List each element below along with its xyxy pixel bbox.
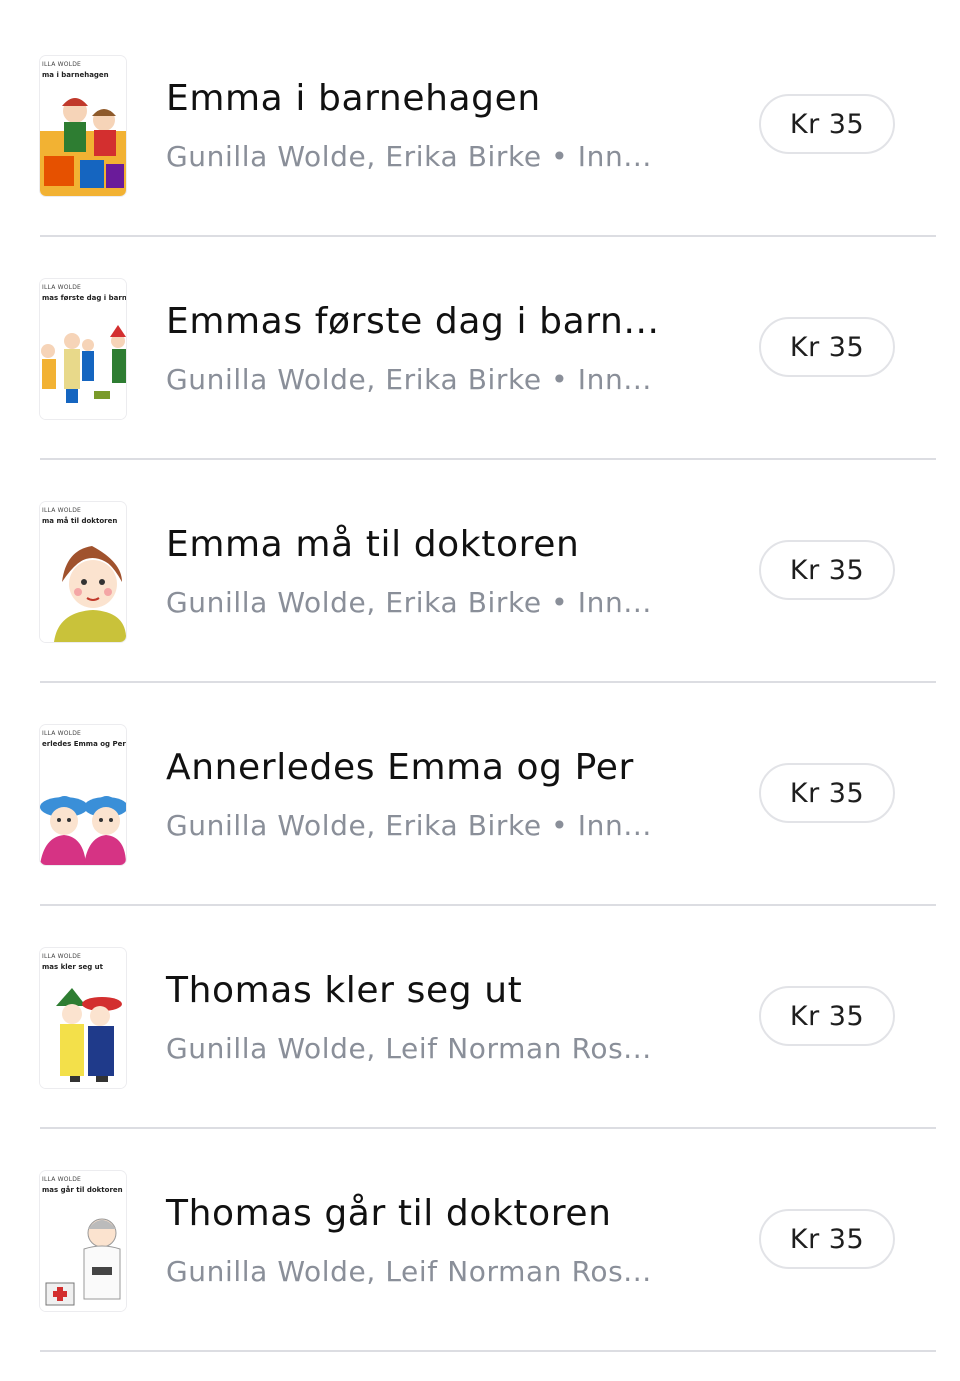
- price-button[interactable]: Kr 35: [759, 1209, 895, 1269]
- list-item[interactable]: ILLA WOLDE mas første dag i barnel Emmas…: [40, 237, 936, 460]
- cover-title: ma i barnehagen: [42, 71, 109, 79]
- cover-title: mas kler seg ut: [42, 963, 104, 971]
- cover-author: ILLA WOLDE: [42, 284, 82, 291]
- list-item[interactable]: ILLA WOLDE ma må til doktoren Emma må ti…: [40, 460, 936, 683]
- book-cover[interactable]: ILLA WOLDE erledes Emma og Per: [40, 725, 126, 865]
- price-button[interactable]: Kr 35: [759, 317, 895, 377]
- book-authors: Gunilla Wolde, Erika Birke • Inn...: [166, 363, 652, 396]
- book-authors: Gunilla Wolde, Leif Norman Ros...: [166, 1032, 652, 1065]
- book-title: Emma i barnehagen: [166, 78, 541, 119]
- cover-author: ILLA WOLDE: [42, 507, 82, 514]
- list-item[interactable]: ILLA WOLDE mas kler seg ut Thomas kler s…: [40, 906, 936, 1129]
- book-cover[interactable]: ILLA WOLDE mas første dag i barnel: [40, 279, 126, 419]
- book-cover[interactable]: ILLA WOLDE mas kler seg ut: [40, 948, 126, 1088]
- cover-title: mas går til doktoren: [42, 1186, 123, 1194]
- book-authors: Gunilla Wolde, Erika Birke • Inn...: [166, 586, 652, 619]
- list-item[interactable]: ILLA WOLDE mas går til doktoren Thomas g…: [40, 1129, 936, 1352]
- book-list: ILLA WOLDE ma i barnehagen Emma i barneh…: [40, 14, 936, 1352]
- price-button[interactable]: Kr 35: [759, 540, 895, 600]
- book-title: Emma må til doktoren: [166, 524, 580, 565]
- cover-title: mas første dag i barnel: [42, 294, 126, 302]
- list-item[interactable]: ILLA WOLDE ma i barnehagen Emma i barneh…: [40, 14, 936, 237]
- book-cover[interactable]: ILLA WOLDE ma må til doktoren: [40, 502, 126, 642]
- book-authors: Gunilla Wolde, Erika Birke • Inn...: [166, 140, 652, 173]
- price-button[interactable]: Kr 35: [759, 763, 895, 823]
- price-button[interactable]: Kr 35: [759, 986, 895, 1046]
- cover-author: ILLA WOLDE: [42, 730, 82, 737]
- book-cover[interactable]: ILLA WOLDE mas går til doktoren: [40, 1171, 126, 1311]
- book-authors: Gunilla Wolde, Leif Norman Ros...: [166, 1255, 652, 1288]
- list-item[interactable]: ILLA WOLDE erledes Emma og Per Annerlede…: [40, 683, 936, 906]
- book-cover[interactable]: ILLA WOLDE ma i barnehagen: [40, 56, 126, 196]
- book-title: Thomas kler seg ut: [166, 970, 523, 1011]
- cover-title: ma må til doktoren: [42, 517, 118, 525]
- book-title: Thomas går til doktoren: [166, 1193, 612, 1234]
- book-title: Emmas første dag i barn...: [166, 301, 660, 342]
- cover-author: ILLA WOLDE: [42, 1176, 82, 1183]
- cover-author: ILLA WOLDE: [42, 953, 82, 960]
- cover-author: ILLA WOLDE: [42, 61, 82, 68]
- book-authors: Gunilla Wolde, Erika Birke • Inn...: [166, 809, 652, 842]
- price-button[interactable]: Kr 35: [759, 94, 895, 154]
- cover-title: erledes Emma og Per: [42, 740, 126, 748]
- book-title: Annerledes Emma og Per: [166, 747, 634, 788]
